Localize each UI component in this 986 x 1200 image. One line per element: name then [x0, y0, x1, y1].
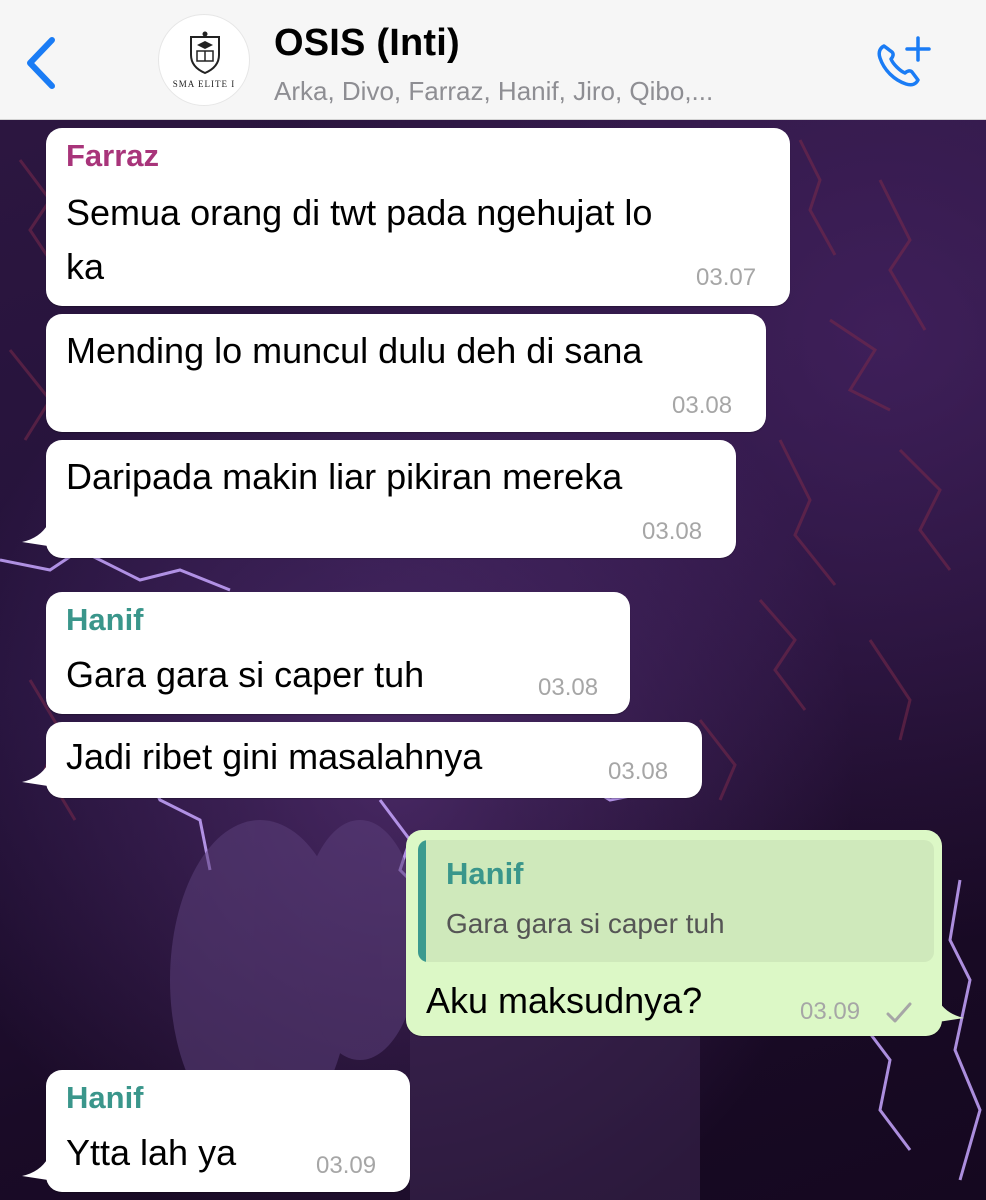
- chat-participants[interactable]: Arka, Divo, Farraz, Hanif, Jiro, Qibo,..…: [274, 76, 713, 107]
- chevron-left-icon: [27, 37, 55, 89]
- message-text: Gara gara si caper tuh: [66, 654, 425, 695]
- message-text: Mending lo muncul dulu deh di sana: [66, 330, 643, 371]
- bubble-tail: [938, 1000, 964, 1022]
- message-bubble[interactable]: Daripada makin liar pikiran mereka 03.08: [46, 440, 736, 558]
- bubble-tail: [22, 764, 48, 786]
- quoted-message[interactable]: Hanif Gara gara si caper tuh: [418, 840, 934, 962]
- message-time: 03.07: [696, 264, 757, 291]
- quoted-text: Gara gara si caper tuh: [446, 908, 725, 939]
- bubble-tail: [22, 1158, 48, 1180]
- add-call-icon: [877, 36, 931, 87]
- avatar-logo-text: SMA ELITE I: [172, 79, 236, 89]
- message-text: Jadi ribet gini masalahnya: [66, 736, 483, 777]
- message-time: 03.08: [608, 758, 669, 785]
- message-sender: Farraz: [66, 138, 160, 173]
- message-bubble[interactable]: Mending lo muncul dulu deh di sana 03.08: [46, 314, 766, 432]
- quoted-sender: Hanif: [446, 856, 524, 891]
- message-sender: Hanif: [66, 1080, 144, 1115]
- chat-title[interactable]: OSIS (Inti): [274, 22, 460, 65]
- message-text: Semua orang di twt pada ngehujat lo: [66, 192, 653, 233]
- quote-accent-bar: [418, 840, 426, 962]
- message-bubble[interactable]: Jadi ribet gini masalahnya 03.08: [46, 722, 702, 798]
- bubble-tail: [22, 524, 48, 546]
- outgoing-message-bubble[interactable]: Hanif Gara gara si caper tuh Aku maksudn…: [406, 830, 942, 1036]
- message-time: 03.09: [800, 998, 861, 1025]
- sent-check-icon: [886, 1002, 912, 1023]
- message-time: 03.09: [316, 1152, 377, 1179]
- message-time: 03.08: [642, 518, 703, 545]
- message-bubble[interactable]: Farraz Semua orang di twt pada ngehujat …: [46, 128, 790, 306]
- message-text: Daripada makin liar pikiran mereka: [66, 456, 623, 497]
- message-bubble[interactable]: Hanif Gara gara si caper tuh 03.08: [46, 592, 630, 714]
- group-avatar[interactable]: SMA ELITE I: [158, 14, 250, 106]
- message-bubble[interactable]: Hanif Ytta lah ya 03.09: [46, 1070, 410, 1192]
- add-call-button[interactable]: [872, 34, 934, 92]
- message-sender: Hanif: [66, 602, 144, 637]
- message-text-line2: ka: [66, 246, 105, 287]
- back-button[interactable]: [22, 34, 62, 92]
- message-time: 03.08: [672, 392, 733, 419]
- school-crest-icon: [190, 31, 220, 75]
- message-text: Aku maksudnya?: [426, 980, 703, 1021]
- chat-header: SMA ELITE I OSIS (Inti) Arka, Divo, Farr…: [0, 0, 986, 120]
- message-text: Ytta lah ya: [66, 1132, 237, 1173]
- message-time: 03.08: [538, 674, 599, 701]
